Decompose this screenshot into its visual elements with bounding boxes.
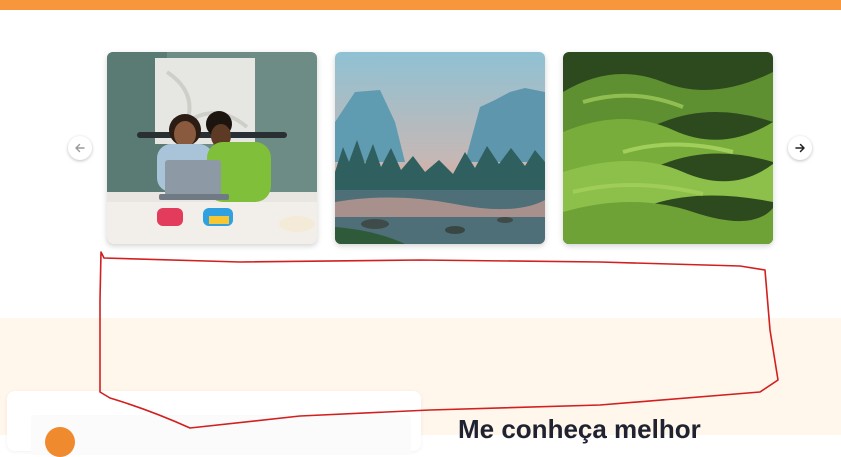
profile-card-inner bbox=[31, 415, 411, 457]
arrow-right-icon bbox=[795, 143, 805, 153]
carousel-slide-1[interactable] bbox=[107, 52, 317, 244]
profile-card bbox=[7, 391, 421, 457]
carousel-prev-button[interactable] bbox=[68, 136, 92, 160]
carousel-slide-2[interactable] bbox=[335, 52, 545, 244]
slide-image-green-hills bbox=[563, 52, 773, 244]
slide-image-people-laptop bbox=[107, 52, 317, 244]
image-carousel bbox=[0, 10, 841, 318]
arrow-left-icon bbox=[75, 143, 85, 153]
slide-image-valley-sunset bbox=[335, 52, 545, 244]
carousel-slide-3[interactable] bbox=[563, 52, 773, 244]
carousel-next-button[interactable] bbox=[788, 136, 812, 160]
avatar bbox=[45, 427, 75, 457]
about-title: Me conheça melhor bbox=[458, 414, 701, 444]
top-accent-bar bbox=[0, 0, 841, 10]
